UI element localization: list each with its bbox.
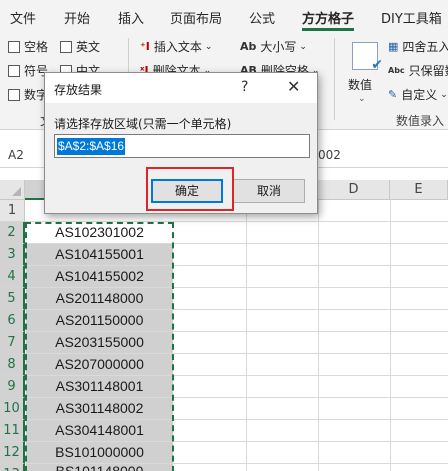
row-header[interactable]: 10 — [0, 398, 25, 420]
column-header-e[interactable]: E — [390, 180, 448, 200]
gridline — [318, 200, 319, 471]
chevron-down-icon: ⌄ — [440, 89, 448, 100]
cell-a10[interactable]: AS301148002 — [26, 398, 173, 419]
cell-a5[interactable]: AS201148000 — [26, 288, 173, 309]
tab-page-layout[interactable]: 页面布局 — [170, 8, 222, 27]
row-header[interactable]: 5 — [0, 288, 25, 310]
number-button-label: 数值 — [348, 78, 373, 92]
tab-home[interactable]: 开始 — [64, 8, 90, 27]
cell-a3[interactable]: AS104155001 — [26, 244, 173, 265]
active-tab-indicator — [302, 28, 354, 31]
checkbox-box[interactable] — [60, 40, 72, 53]
checkbox-label: 英文 — [76, 40, 101, 54]
tab-fangfanggezi[interactable]: 方方格子 — [302, 8, 354, 27]
round-icon: ▦ — [388, 40, 399, 53]
row-header[interactable]: 12 — [0, 442, 25, 464]
tab-formulas[interactable]: 公式 — [249, 8, 275, 27]
custom-button[interactable]: ✎ 自定义 ⌄ — [388, 86, 448, 103]
cell-a4[interactable]: AS104155002 — [26, 266, 173, 287]
range-input-value[interactable]: $A$2:$A$16 — [57, 138, 126, 155]
row-header[interactable]: 11 — [0, 420, 25, 442]
group-separator — [334, 38, 335, 120]
insert-text-button[interactable]: ⁺I 插入文本 ⌄ — [140, 38, 212, 55]
column-header-d[interactable]: D — [318, 180, 390, 200]
dialog-prompt: 请选择存放区域(只需一个单元格) — [54, 117, 232, 131]
close-icon[interactable]: ✕ — [287, 77, 300, 96]
case-button[interactable]: Ab 大小写 ⌄ — [240, 38, 307, 55]
gridline — [246, 200, 247, 471]
gridline — [390, 200, 391, 471]
checkbox-space[interactable]: 空格 — [8, 38, 48, 55]
row-header[interactable]: 13 — [0, 464, 25, 471]
checkbox-label: 空格 — [24, 40, 49, 54]
checkbox-box[interactable] — [8, 88, 20, 101]
custom-icon: ✎ — [388, 88, 398, 101]
row-header[interactable]: 2 — [0, 222, 25, 244]
highlight-annotation-box — [146, 167, 234, 211]
dialog-titlebar: 存放结果 ? ✕ — [45, 73, 317, 103]
help-icon[interactable]: ? — [241, 79, 248, 95]
spreadsheet-grid: A B C D E 1 2 3 4 5 6 7 8 9 10 11 12 13 … — [0, 180, 448, 471]
round-button[interactable]: ▦ 四舍五入 — [388, 38, 448, 55]
name-box[interactable]: A2 — [8, 148, 24, 162]
ribbon-tab-bar: 文件 开始 插入 页面布局 公式 方方格子 DIY工具箱 — [0, 0, 448, 32]
row-header[interactable]: 7 — [0, 332, 25, 354]
case-label: 大小写 — [260, 40, 297, 54]
cell-a6[interactable]: AS201150000 — [26, 310, 173, 331]
cell-a12[interactable]: BS101000000 — [26, 442, 173, 463]
checkbox-box[interactable] — [8, 40, 20, 53]
cell-a7[interactable]: AS203155000 — [26, 332, 173, 353]
checkbox-english[interactable]: 英文 — [60, 38, 100, 55]
checkbox-number[interactable]: 数字 — [8, 86, 48, 103]
row-header[interactable]: 4 — [0, 266, 25, 288]
cell-a8[interactable]: AS207000000 — [26, 354, 173, 375]
tab-file[interactable]: 文件 — [10, 8, 36, 27]
insert-text-icon: ⁺I — [140, 40, 150, 53]
cell-a2[interactable]: AS102301002 — [26, 222, 173, 243]
chevron-down-icon: ⌄ — [358, 94, 366, 104]
group-label-number-entry: 数值录入 — [396, 114, 445, 128]
save-result-dialog: 存放结果 ? ✕ 请选择存放区域(只需一个单元格) $A$2:$A$16 确定 … — [44, 72, 318, 214]
cancel-button[interactable]: 取消 — [233, 179, 305, 203]
range-input[interactable]: $A$2:$A$16 — [54, 134, 310, 158]
keep-values-icon: Abc — [388, 66, 405, 75]
cell-a11[interactable]: AS304148001 — [26, 420, 173, 441]
row-header[interactable]: 6 — [0, 310, 25, 332]
keep-values-button[interactable]: Abc 只保留数值 — [388, 62, 448, 79]
round-label: 四舍五入 — [402, 40, 448, 54]
dialog-title: 存放结果 — [54, 83, 103, 97]
number-button[interactable]: 数值 ⌄ — [340, 40, 388, 108]
tab-diy-toolbox[interactable]: DIY工具箱 — [381, 8, 442, 27]
row-header[interactable]: 1 — [0, 200, 25, 222]
cell-a13[interactable]: BS101148000 — [26, 464, 173, 471]
checkbox-symbol[interactable]: 符号 — [8, 62, 48, 79]
case-icon: Ab — [240, 40, 257, 53]
row-header[interactable]: 8 — [0, 354, 25, 376]
keep-values-label: 只保留数值 — [408, 64, 448, 78]
row-header[interactable]: 9 — [0, 376, 25, 398]
custom-label: 自定义 — [401, 88, 438, 102]
number-icon — [352, 42, 383, 73]
row-header[interactable]: 3 — [0, 244, 25, 266]
chevron-down-icon: ⌄ — [204, 41, 213, 52]
select-all-corner[interactable] — [0, 180, 25, 200]
checkbox-box[interactable] — [8, 64, 20, 77]
chevron-down-icon: ⌄ — [299, 41, 307, 52]
insert-text-label: 插入文本 — [153, 40, 202, 54]
cell-a9[interactable]: AS301148001 — [26, 376, 173, 397]
tab-insert[interactable]: 插入 — [118, 8, 144, 27]
formula-input[interactable]: 002 — [318, 148, 341, 162]
